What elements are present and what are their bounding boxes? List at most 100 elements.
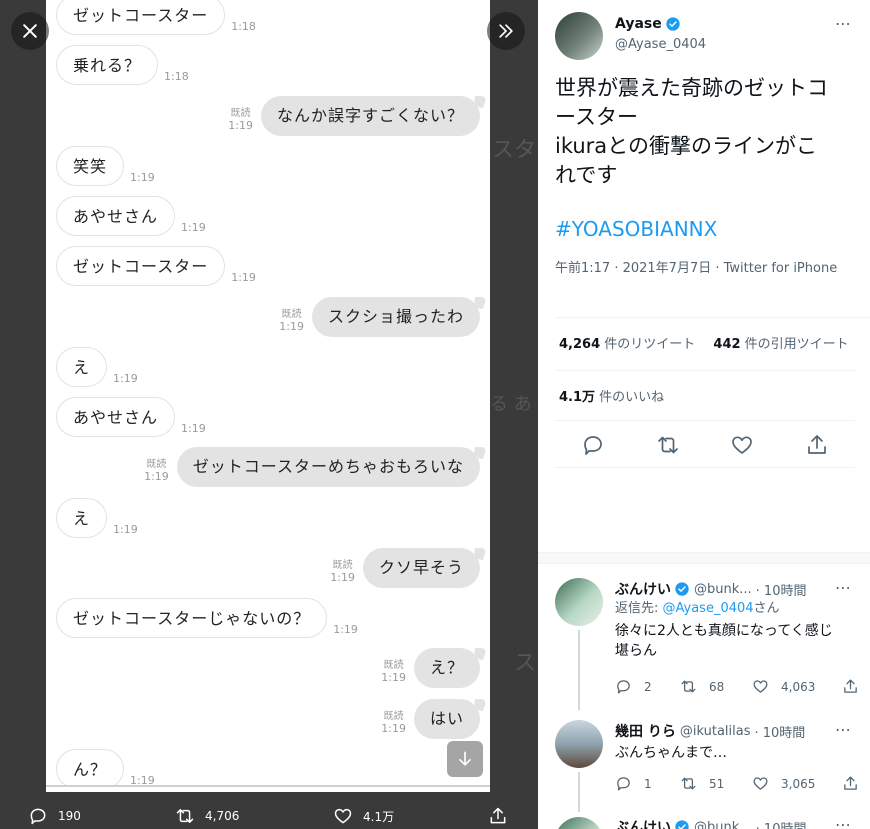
reply-tweet[interactable]: ⋯ 幾田 りら @ikutalilas · 10時間 ぶんちゃんまで… 1 51 bbox=[538, 718, 870, 812]
section-separator bbox=[538, 552, 870, 564]
author-handle[interactable]: @Ayase_0404 bbox=[615, 37, 706, 52]
retweets-link[interactable]: 4,264 件のリツイート bbox=[559, 337, 695, 352]
reply-author-name[interactable]: ぶんけい bbox=[615, 579, 671, 599]
chat-time: 1:19 bbox=[279, 320, 304, 333]
retweet-icon bbox=[681, 777, 696, 790]
chat-message-sent: 既読 1:19 なんか誤字すごくない？ bbox=[228, 96, 480, 136]
chat-time: 1:19 bbox=[130, 171, 155, 184]
chat-bubble: ゼットコースターめちゃおもろいな bbox=[176, 447, 480, 487]
chat-message-received: ゼットコースターじゃないの？ 1:19 bbox=[56, 598, 358, 638]
reply-tweet[interactable]: ⋯ ぶんけい @bunk... · 10時間 bbox=[538, 815, 870, 829]
heart-icon bbox=[753, 777, 768, 790]
reply-icon[interactable] bbox=[581, 433, 605, 457]
reply-time[interactable]: · 10時間 bbox=[756, 818, 807, 829]
divider bbox=[555, 370, 855, 371]
reply-text: ぶんちゃんまで… bbox=[615, 745, 727, 761]
thread-line bbox=[578, 630, 580, 710]
reply-icon bbox=[30, 808, 46, 825]
reply-share-button[interactable] bbox=[842, 775, 870, 792]
tweet-stats: 4,264 件のリツイート 442 件の引用ツイート bbox=[559, 333, 849, 352]
tweet-text-line: ikuraとの衝撃のラインがこ bbox=[555, 134, 817, 158]
avatar[interactable] bbox=[555, 817, 603, 829]
reply-author-name[interactable]: 幾田 りら bbox=[615, 721, 676, 741]
close-icon bbox=[23, 24, 37, 38]
chat-time: 1:19 bbox=[113, 523, 138, 536]
chat-time: 1:19 bbox=[381, 671, 406, 684]
chat-time: 1:19 bbox=[333, 623, 358, 636]
chat-message-sent: 既読 1:19 クソ早そう bbox=[330, 548, 480, 588]
reply-author-name[interactable]: ぶんけい bbox=[615, 817, 671, 829]
expand-panel-button[interactable] bbox=[487, 12, 525, 50]
tweet-text-line: 世界が震えた奇跡のゼットコ bbox=[555, 76, 828, 100]
chat-bubble: ゼットコースター bbox=[56, 246, 226, 286]
chat-message-received: ゼットコースター 1:18 bbox=[56, 0, 256, 35]
more-options-icon[interactable]: ⋯ bbox=[835, 14, 852, 33]
media-viewer: ス タ る あ ス ゼットコースター 1:18 乗れる？ 1:18 既読 1:19 なんか誤… bbox=[0, 0, 538, 829]
chat-time: 1:19 bbox=[144, 470, 169, 483]
author-name[interactable]: Ayase bbox=[615, 16, 662, 32]
reply-like-button[interactable]: 3,065 bbox=[752, 775, 815, 792]
chat-message-sent: 既読 1:19 え？ bbox=[381, 648, 480, 688]
reply-like-button[interactable]: 4,063 bbox=[752, 678, 815, 695]
reply-reply-button[interactable]: 1 bbox=[615, 775, 652, 792]
reply-author-handle[interactable]: @bunk... bbox=[694, 582, 752, 597]
reply-retweet-button[interactable]: 51 bbox=[680, 775, 724, 792]
tweet-text-line: ースター bbox=[555, 105, 638, 129]
reply-author-handle[interactable]: @bunk... bbox=[694, 820, 752, 829]
chat-message-received: あやせさん 1:19 bbox=[56, 196, 206, 236]
viewer-like-count: 4.1万 bbox=[363, 809, 395, 824]
close-button[interactable] bbox=[11, 12, 49, 50]
viewer-like-button[interactable]: 4.1万 bbox=[333, 806, 394, 826]
likes-link[interactable]: 4.1万 件のいいね bbox=[559, 386, 664, 405]
chat-bubble: ゼットコースターじゃないの？ bbox=[56, 598, 328, 638]
reply-text: 徐々に2人とも真顔になってく感じ 堪らん bbox=[615, 623, 833, 659]
mention-link[interactable]: @Ayase_0404 bbox=[663, 601, 754, 616]
chat-message-received: ん？ 1:19 bbox=[56, 749, 155, 789]
chat-bubble: え？ bbox=[413, 648, 480, 688]
heart-icon[interactable] bbox=[730, 433, 754, 457]
chat-meta: 既読 1:19 bbox=[330, 560, 355, 584]
chat-bubble: え bbox=[56, 498, 108, 538]
reply-time[interactable]: · 10時間 bbox=[755, 722, 806, 741]
share-icon[interactable] bbox=[805, 433, 829, 457]
reply-tweet[interactable]: ⋯ ぶんけい @bunk... · 10時間 返信先: @Ayase_0404さ… bbox=[538, 576, 870, 710]
chat-time: 1:18 bbox=[164, 70, 189, 83]
retweet-icon bbox=[176, 809, 194, 823]
chat-bubble: なんか誤字すごくない？ bbox=[260, 96, 480, 136]
share-icon bbox=[844, 776, 857, 790]
chat-message-received: あやせさん 1:19 bbox=[56, 397, 206, 437]
avatar[interactable] bbox=[555, 720, 603, 768]
reply-to-line: 返信先: @Ayase_0404さん bbox=[615, 601, 780, 616]
reply-share-button[interactable] bbox=[842, 678, 870, 695]
viewer-reply-button[interactable]: 190 bbox=[28, 806, 81, 826]
viewer-share-button[interactable] bbox=[488, 806, 518, 826]
reply-reply-button[interactable]: 2 bbox=[615, 678, 652, 695]
chat-bubble: あやせさん bbox=[56, 196, 176, 236]
avatar[interactable] bbox=[555, 578, 603, 626]
quotes-link[interactable]: 442 件の引用ツイート bbox=[713, 337, 848, 352]
reply-retweet-button[interactable]: 68 bbox=[680, 678, 724, 695]
heart-icon bbox=[334, 808, 352, 824]
reply-time[interactable]: · 10時間 bbox=[756, 580, 807, 599]
scroll-down-button[interactable] bbox=[447, 741, 483, 777]
verified-badge-icon bbox=[666, 17, 680, 31]
verified-badge-icon bbox=[675, 582, 689, 596]
tweet-timestamp[interactable]: 午前1:17 · 2021年7月7日 · Twitter for iPhone bbox=[555, 259, 845, 279]
chat-time: 1:18 bbox=[231, 20, 256, 33]
tweet-panel: Ayase @Ayase_0404 ⋯ 世界が震えた奇跡のゼットコ ースター i… bbox=[538, 0, 870, 829]
divider bbox=[555, 317, 870, 318]
chat-bubble: ゼットコースター bbox=[56, 0, 226, 35]
chat-time: 1:19 bbox=[330, 571, 355, 584]
hashtag-link[interactable]: #YOASOBIANNX bbox=[555, 217, 717, 241]
reply-icon bbox=[617, 680, 630, 694]
chat-divider bbox=[46, 785, 490, 792]
viewer-retweet-button[interactable]: 4,706 bbox=[175, 806, 239, 826]
thread-line bbox=[578, 772, 580, 812]
reply-author-handle[interactable]: @ikutalilas bbox=[680, 724, 751, 739]
chat-message-received: え 1:19 bbox=[56, 498, 138, 538]
viewer-action-bar: 190 4,706 4.1万 bbox=[0, 800, 538, 829]
avatar[interactable] bbox=[555, 12, 603, 60]
background-text: ス bbox=[492, 138, 515, 163]
share-icon bbox=[490, 807, 506, 824]
retweet-icon[interactable] bbox=[656, 433, 680, 457]
